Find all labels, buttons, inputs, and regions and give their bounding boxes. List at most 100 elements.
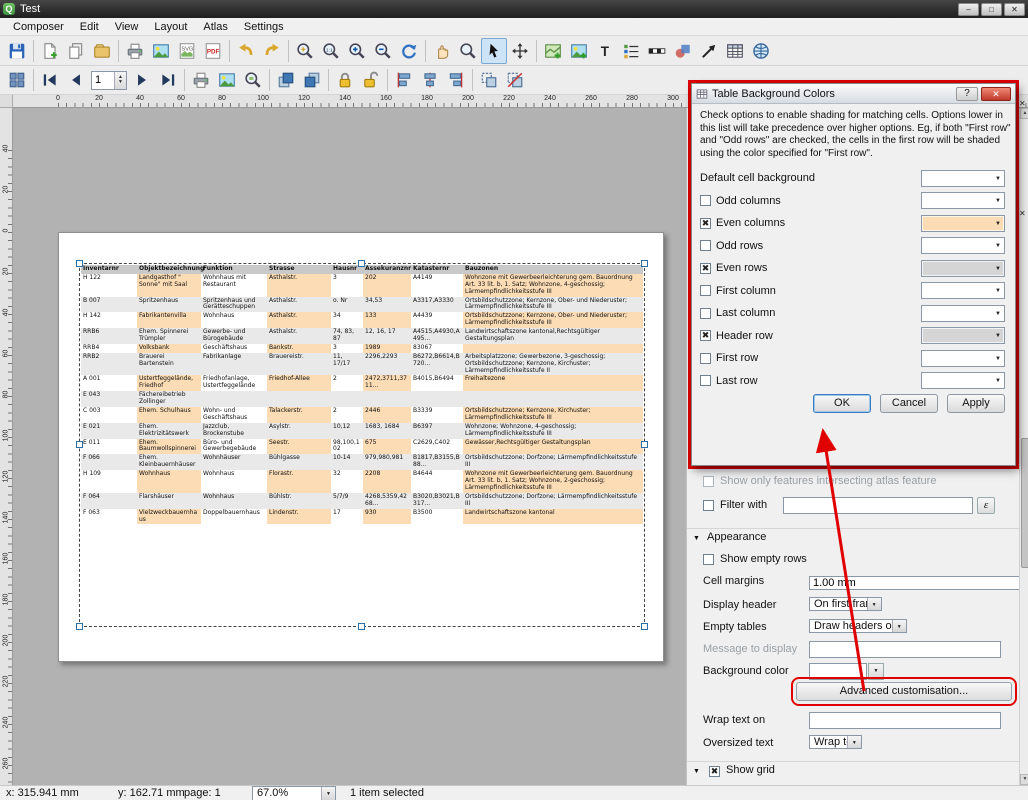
filter-expression-input[interactable] [783, 497, 973, 514]
selection-handle[interactable] [358, 260, 365, 267]
zoom-button[interactable] [455, 38, 481, 64]
add-new-map-button[interactable] [540, 38, 566, 64]
new-composition-button[interactable] [37, 38, 63, 64]
last-column-checkbox[interactable] [700, 308, 711, 319]
selection-handle[interactable] [641, 623, 648, 630]
atlas-next-button[interactable] [129, 67, 155, 93]
undo-button[interactable] [233, 38, 259, 64]
atlas-prev-button[interactable] [63, 67, 89, 93]
add-image-button[interactable] [566, 38, 592, 64]
oversized-text-combo[interactable]: Wrap text ▼ [809, 735, 862, 749]
display-header-combo[interactable]: On first frame ▼ [809, 597, 882, 611]
apply-button[interactable]: Apply [947, 394, 1005, 413]
odd-columns-color-button[interactable]: ▼ [921, 192, 1005, 209]
scrollbar-thumb[interactable] [1021, 438, 1028, 568]
chevron-down-icon[interactable]: ▼ [693, 762, 700, 781]
maximize-icon[interactable]: □ [981, 3, 1002, 16]
redo-button[interactable] [259, 38, 285, 64]
dialog-close-icon[interactable]: ✕ [981, 87, 1011, 101]
show-grid-label[interactable]: Show grid [726, 762, 775, 779]
menu-view[interactable]: View [108, 20, 146, 34]
odd-rows-color-button[interactable]: ▼ [921, 237, 1005, 254]
export-svg-button[interactable]: SVG [174, 38, 200, 64]
default-cell-background-color-button[interactable]: ▼ [921, 170, 1005, 187]
last-row-checkbox[interactable] [700, 375, 711, 386]
dock-grid-button[interactable] [4, 67, 30, 93]
lock-items-button[interactable] [332, 67, 358, 93]
selection-handle[interactable] [641, 441, 648, 448]
advanced-customisation-button[interactable]: Advanced customisation... [796, 682, 1012, 701]
add-attribute-table-button[interactable] [722, 38, 748, 64]
atlas-preview-button[interactable] [240, 67, 266, 93]
export-image-button[interactable] [148, 38, 174, 64]
group-items-button[interactable] [476, 67, 502, 93]
cell-margins-stepper[interactable]: ▲▼ [809, 576, 1028, 590]
move-item-content-button[interactable] [507, 38, 533, 64]
odd-columns-checkbox[interactable] [700, 195, 711, 206]
expression-builder-button[interactable]: ε [977, 497, 995, 514]
atlas-print-button[interactable] [188, 67, 214, 93]
header-row-color-button[interactable]: ▼ [921, 327, 1005, 344]
composer-canvas[interactable]: InventarnrObjektbezeichnungFunktionStras… [13, 108, 686, 785]
even-columns-color-button[interactable]: ▼ [921, 215, 1005, 232]
selection-handle[interactable] [76, 260, 83, 267]
last-column-color-button[interactable]: ▼ [921, 305, 1005, 322]
filter-with-checkbox[interactable] [703, 500, 714, 511]
close-icon[interactable]: ✕ [1004, 3, 1025, 16]
ungroup-items-button[interactable] [502, 67, 528, 93]
selection-handle[interactable] [358, 623, 365, 630]
wrap-text-input[interactable] [809, 712, 1001, 729]
first-row-color-button[interactable]: ▼ [921, 350, 1005, 367]
zoom-actual-button[interactable]: 1:1 [318, 38, 344, 64]
menu-edit[interactable]: Edit [73, 20, 106, 34]
export-pdf-button[interactable]: PDF [200, 38, 226, 64]
atlas-page-input[interactable]: ▲▼ [91, 71, 127, 90]
atlas-page-field[interactable] [92, 72, 114, 89]
even-columns-checkbox[interactable]: ✖ [700, 218, 711, 229]
align-left-button[interactable] [391, 67, 417, 93]
lower-items-button[interactable] [299, 67, 325, 93]
first-row-checkbox[interactable] [700, 353, 711, 364]
last-row-color-button[interactable]: ▼ [921, 372, 1005, 389]
first-column-checkbox[interactable] [700, 285, 711, 296]
add-legend-button[interactable] [618, 38, 644, 64]
print-button[interactable] [122, 38, 148, 64]
scroll-down-icon[interactable]: ▼ [1020, 774, 1028, 785]
show-grid-checkbox[interactable]: ✖ [709, 766, 720, 777]
cell-margins-value[interactable] [810, 573, 1028, 592]
add-shape-button[interactable] [670, 38, 696, 64]
header-row-checkbox[interactable]: ✖ [700, 330, 711, 341]
chevron-down-icon[interactable]: ▼ [693, 529, 700, 548]
odd-rows-checkbox[interactable] [700, 240, 711, 251]
atlas-first-button[interactable] [37, 67, 63, 93]
first-column-color-button[interactable]: ▼ [921, 282, 1005, 299]
ok-button[interactable]: OK [813, 394, 871, 413]
selection-handle[interactable] [76, 441, 83, 448]
menu-layout[interactable]: Layout [147, 20, 194, 34]
atlas-last-button[interactable] [155, 67, 181, 93]
composition-manager-button[interactable] [89, 38, 115, 64]
panel-close-icon[interactable]: ✕ [1019, 99, 1028, 108]
add-scalebar-button[interactable] [644, 38, 670, 64]
menu-atlas[interactable]: Atlas [196, 20, 234, 34]
zoom-out-button[interactable] [370, 38, 396, 64]
atlas-feature-checkbox[interactable] [703, 476, 714, 487]
raise-items-button[interactable] [273, 67, 299, 93]
show-empty-rows-checkbox[interactable] [703, 554, 714, 565]
atlas-page-spinner[interactable]: ▲▼ [114, 72, 126, 89]
zoom-full-button[interactable] [292, 38, 318, 64]
even-rows-color-button[interactable]: ▼ [921, 260, 1005, 277]
add-label-button[interactable]: T [592, 38, 618, 64]
scroll-up-icon[interactable]: ▲ [1020, 108, 1028, 119]
menu-composer[interactable]: Composer [6, 20, 71, 34]
menu-settings[interactable]: Settings [237, 20, 291, 34]
add-arrow-button[interactable] [696, 38, 722, 64]
select-move-item-button[interactable] [481, 38, 507, 64]
attribute-table-item[interactable]: InventarnrObjektbezeichnungFunktionStras… [80, 264, 644, 626]
dialog-titlebar[interactable]: Table Background Colors ? ✕ [692, 84, 1015, 104]
zoom-level-combo[interactable]: 67.0% ▼ [252, 786, 336, 800]
even-rows-checkbox[interactable]: ✖ [700, 263, 711, 274]
unlock-items-button[interactable] [358, 67, 384, 93]
minimize-icon[interactable]: – [958, 3, 979, 16]
empty-tables-combo[interactable]: Draw headers only ▼ [809, 619, 907, 633]
